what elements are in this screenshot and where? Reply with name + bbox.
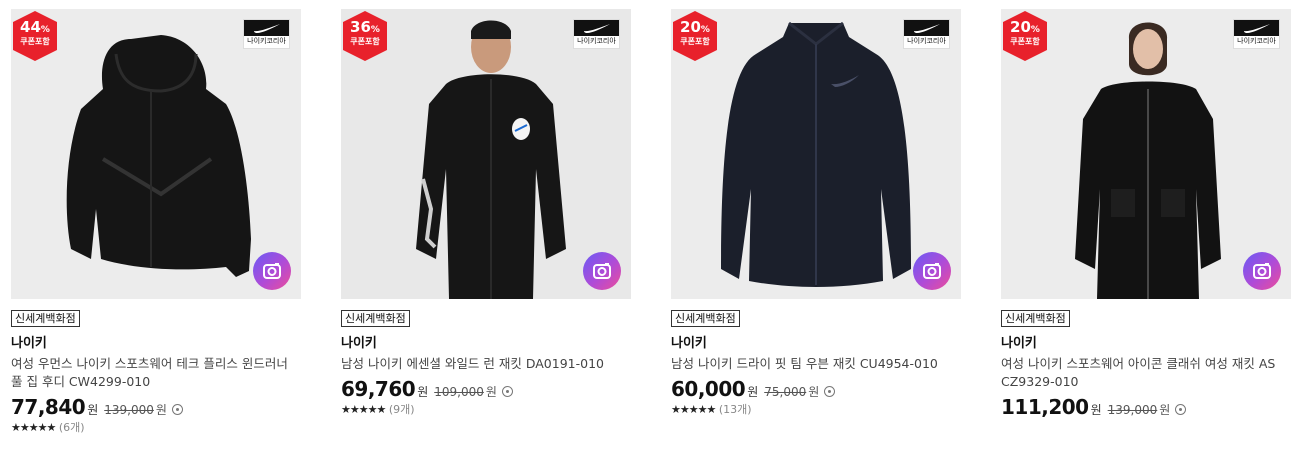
store-tag: 신세계백화점 — [1001, 310, 1070, 327]
star-rating: ★★★★★ — [11, 421, 56, 434]
camera-search-button[interactable] — [1243, 252, 1281, 290]
original-price-unit: 원 — [1159, 403, 1171, 417]
camera-search-icon — [593, 263, 611, 279]
coupon-label: 쿠폰포함 — [680, 37, 710, 46]
coupon-label: 쿠폰포함 — [20, 37, 50, 46]
info-circle-icon[interactable] — [1175, 404, 1187, 415]
rating: ★★★★★ (9개) — [341, 403, 631, 417]
star-rating: ★★★★★ — [341, 403, 386, 416]
camera-search-button[interactable] — [583, 252, 621, 290]
nike-swoosh-icon — [253, 24, 280, 33]
brand-logo: 나이키코리아 — [1233, 19, 1280, 49]
review-count: (13개) — [718, 403, 752, 416]
product-card[interactable]: 20% 쿠폰포함 나이키코리아 신세계백화점 나이키 남성 나이키 드라이 핏 … — [671, 9, 961, 417]
product-name[interactable]: 남성 나이키 드라이 핏 팀 우븐 재킷 CU4954-010 — [671, 355, 961, 373]
store-tag: 신세계백화점 — [11, 310, 80, 327]
discount-percent: 44 — [20, 18, 41, 36]
original-price-unit: 원 — [485, 385, 497, 399]
info-circle-icon[interactable] — [171, 404, 183, 415]
brand-logo: 나이키코리아 — [573, 19, 620, 49]
product-name[interactable]: 여성 나이키 스포츠웨어 아이콘 클래쉬 여성 재킷 AS CZ9329-010 — [1001, 355, 1291, 391]
store-tag: 신세계백화점 — [671, 310, 740, 327]
product-name[interactable]: 남성 나이키 에센셜 와일드 런 재킷 DA0191-010 — [341, 355, 631, 373]
info-circle-icon[interactable] — [824, 386, 836, 397]
price-row: 111,200 원 139,000 원 — [1001, 395, 1291, 419]
review-count: (9개) — [388, 403, 415, 416]
sale-price-unit: 원 — [1090, 403, 1102, 417]
sale-price-unit: 원 — [417, 385, 429, 399]
brand-logo-label: 나이키코리아 — [907, 37, 946, 45]
info-circle-icon[interactable] — [501, 386, 513, 397]
camera-search-icon — [263, 263, 281, 279]
discount-badge: 20% 쿠폰포함 — [673, 11, 717, 61]
brand-logo-label: 나이키코리아 — [1237, 37, 1276, 45]
brand-name[interactable]: 나이키 — [341, 336, 631, 352]
coupon-label: 쿠폰포함 — [1010, 37, 1040, 46]
sale-price: 69,760 — [341, 377, 416, 401]
discount-unit: % — [700, 25, 710, 35]
discount-unit: % — [1030, 25, 1040, 35]
brand-name[interactable]: 나이키 — [1001, 336, 1291, 352]
review-count: (6개) — [58, 421, 85, 434]
product-grid: 44% 쿠폰포함 나이키코리아 신세계백화점 나이키 여성 우먼스 나이키 스포… — [0, 0, 1295, 456]
camera-search-icon — [923, 263, 941, 279]
nike-swoosh-icon — [913, 24, 940, 33]
sale-price-unit: 원 — [747, 385, 759, 399]
product-image[interactable]: 44% 쿠폰포함 나이키코리아 — [11, 9, 301, 299]
product-card[interactable]: 44% 쿠폰포함 나이키코리아 신세계백화점 나이키 여성 우먼스 나이키 스포… — [11, 9, 301, 435]
sale-price: 111,200 — [1001, 395, 1089, 419]
brand-logo-label: 나이키코리아 — [577, 37, 616, 45]
discount-badge: 20% 쿠폰포함 — [1003, 11, 1047, 61]
price-row: 77,840 원 139,000 원 — [11, 395, 301, 419]
rating: ★★★★★ (13개) — [671, 403, 961, 417]
store-tag: 신세계백화점 — [341, 310, 410, 327]
discount-badge: 36% 쿠폰포함 — [343, 11, 387, 61]
original-price: 109,000 — [434, 385, 484, 399]
product-image[interactable]: 36% 쿠폰포함 나이키코리아 — [341, 9, 631, 299]
brand-logo: 나이키코리아 — [243, 19, 290, 49]
original-price: 75,000 — [764, 385, 807, 399]
product-name[interactable]: 여성 우먼스 나이키 스포츠웨어 테크 플리스 윈드러너 풀 집 후디 CW42… — [11, 355, 301, 391]
sale-price: 60,000 — [671, 377, 746, 401]
star-rating: ★★★★★ — [671, 403, 716, 416]
discount-percent: 20 — [1010, 18, 1031, 36]
rating: ★★★★★ (6개) — [11, 421, 301, 435]
discount-percent: 36 — [350, 18, 371, 36]
sale-price-unit: 원 — [87, 403, 99, 417]
product-image[interactable]: 20% 쿠폰포함 나이키코리아 — [671, 9, 961, 299]
original-price-unit: 원 — [808, 385, 820, 399]
brand-logo-label: 나이키코리아 — [247, 37, 286, 45]
original-price-unit: 원 — [155, 403, 167, 417]
product-image[interactable]: 20% 쿠폰포함 나이키코리아 — [1001, 9, 1291, 299]
camera-search-icon — [1253, 263, 1271, 279]
brand-logo: 나이키코리아 — [903, 19, 950, 49]
original-price: 139,000 — [1107, 403, 1158, 417]
brand-name[interactable]: 나이키 — [11, 336, 301, 352]
brand-name[interactable]: 나이키 — [671, 336, 961, 352]
nike-swoosh-icon — [1243, 24, 1270, 33]
discount-badge: 44% 쿠폰포함 — [13, 11, 57, 61]
discount-unit: % — [370, 25, 380, 35]
sale-price: 77,840 — [11, 395, 86, 419]
price-row: 60,000 원 75,000 원 — [671, 377, 961, 401]
nike-swoosh-icon — [583, 24, 610, 33]
product-card[interactable]: 36% 쿠폰포함 나이키코리아 신세계백화점 나이키 남성 나이키 에센셜 와일… — [341, 9, 631, 417]
original-price: 139,000 — [104, 403, 154, 417]
price-row: 69,760 원 109,000 원 — [341, 377, 631, 401]
discount-percent: 20 — [680, 18, 701, 36]
camera-search-button[interactable] — [253, 252, 291, 290]
coupon-label: 쿠폰포함 — [350, 37, 380, 46]
camera-search-button[interactable] — [913, 252, 951, 290]
discount-unit: % — [40, 25, 50, 35]
product-card[interactable]: 20% 쿠폰포함 나이키코리아 신세계백화점 나이키 여성 나이키 스포츠웨어 … — [1001, 9, 1291, 419]
